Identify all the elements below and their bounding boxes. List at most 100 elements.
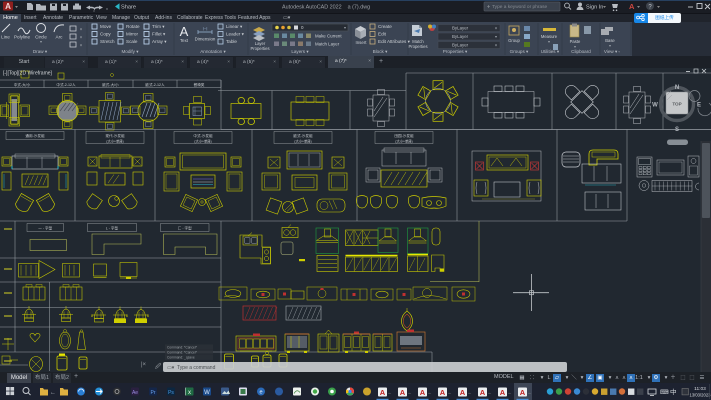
svg-text:W: W (652, 103, 658, 109)
svg-text:Modify ▾: Modify ▾ (121, 49, 139, 54)
svg-text:ByLayer: ByLayer (452, 26, 469, 31)
svg-text:Array ▾: Array ▾ (152, 39, 167, 44)
svg-text:L - 字型: L - 字型 (106, 226, 119, 231)
svg-text:中式-大/小: 中式-大/小 (14, 82, 31, 87)
svg-text:(大小+单座): (大小+单座) (194, 139, 211, 144)
svg-text:11:03: 11:03 (694, 386, 706, 392)
svg-text:Line: Line (1, 35, 10, 40)
svg-text:Group: Group (508, 38, 520, 43)
svg-text:▾: ▾ (495, 26, 497, 31)
svg-text:←: ← (508, 390, 513, 395)
svg-text:(大小+单座): (大小+单座) (294, 139, 311, 144)
svg-text:A: A (629, 2, 635, 11)
svg-text:▾: ▾ (80, 27, 82, 32)
svg-text:E: E (697, 103, 701, 109)
svg-text:←: ← (528, 390, 533, 395)
svg-text:8: 8 (147, 314, 149, 318)
svg-text:Share: Share (121, 5, 136, 11)
svg-text:⌨: ⌨ (660, 389, 669, 396)
svg-text:←: ← (448, 390, 453, 395)
svg-text:田园-沙发组: 田园-沙发组 (394, 133, 414, 138)
svg-text:|--|: |--| (203, 26, 208, 31)
svg-text:←: ← (388, 390, 393, 395)
svg-text:Rotate: Rotate (126, 24, 140, 29)
svg-text:Properties: Properties (250, 46, 269, 51)
svg-text:A: A (380, 388, 386, 397)
svg-text:▾: ▾ (40, 39, 42, 44)
svg-text:Layers ▾: Layers ▾ (291, 49, 309, 54)
svg-text:(大小+单座): (大小+单座) (106, 139, 123, 144)
svg-text:▾: ▾ (344, 25, 346, 30)
svg-text:A: A (520, 388, 526, 397)
svg-text:Utilities ▾: Utilities ▾ (541, 49, 560, 54)
svg-text:Dimension: Dimension (195, 37, 216, 42)
svg-text:通用-沙发组: 通用-沙发组 (25, 133, 45, 138)
svg-text:现代-沙发组: 现代-沙发组 (105, 133, 125, 138)
svg-text:S: S (675, 127, 679, 133)
svg-text:ByLayer: ByLayer (452, 34, 469, 39)
svg-text:Edit Attributes ▾: Edit Attributes ▾ (378, 39, 411, 44)
svg-text:匚 - 字型: 匚 - 字型 (178, 226, 192, 231)
svg-text:中: 中 (670, 387, 677, 396)
svg-text:View ▾ ▫: View ▾ ▫ (604, 49, 621, 54)
svg-text:←: ← (488, 390, 493, 395)
svg-text:Make Current: Make Current (315, 34, 342, 39)
svg-text:A: A (500, 388, 506, 397)
svg-text:A: A (460, 388, 466, 397)
svg-text:Mirror: Mirror (126, 32, 138, 37)
svg-text:▾: ▾ (495, 34, 497, 39)
svg-text:N: N (675, 85, 679, 91)
svg-text:Copy: Copy (100, 32, 111, 37)
svg-text:←: ← (428, 390, 433, 395)
svg-text:8: 8 (91, 314, 93, 318)
svg-text:一 - 字型: 一 - 字型 (38, 226, 52, 231)
svg-text:▾: ▾ (548, 39, 550, 44)
svg-text:Scale: Scale (126, 39, 138, 44)
svg-text:Polyline: Polyline (14, 35, 31, 40)
svg-text:餐椅类: 餐椅类 (194, 82, 205, 87)
svg-text:欧式-沙发组: 欧式-沙发组 (293, 133, 313, 138)
svg-text:Trim ▾: Trim ▾ (152, 24, 165, 29)
svg-text:Insert: Insert (356, 40, 368, 45)
svg-text:Sign In: Sign In (586, 5, 603, 11)
svg-text:Block ▾: Block ▾ (373, 49, 389, 54)
svg-text:Command: *Cancel*: Command: *Cancel* (167, 345, 198, 349)
svg-text:Arc: Arc (56, 35, 64, 40)
svg-text:Pr: Pr (151, 390, 156, 396)
svg-text:欧式-大/小: 欧式-大/小 (102, 82, 119, 87)
svg-text:▾: ▾ (495, 43, 497, 48)
svg-text:Ae: Ae (132, 390, 138, 396)
svg-text:(大小+单座): (大小+单座) (395, 139, 412, 144)
svg-text:Autodesk AutoCAD 2022 a (7): Autodesk AutoCAD 2022 a (7).dwg (282, 5, 370, 11)
svg-text:A: A (180, 24, 189, 39)
svg-text:▾: ▾ (80, 35, 82, 40)
svg-text:Edit: Edit (378, 32, 387, 37)
svg-text:13/03/2023: 13/03/2023 (690, 393, 711, 398)
svg-text:[-][Top][2D Wireframe]: [-][Top][2D Wireframe] (3, 71, 53, 77)
svg-text:ByLayer: ByLayer (452, 43, 469, 48)
svg-text:A: A (400, 388, 406, 397)
svg-text:A: A (5, 2, 11, 11)
svg-text:欧式-2-12人: 欧式-2-12人 (145, 82, 165, 87)
svg-text:中式-2-12人: 中式-2-12人 (56, 82, 76, 87)
svg-text:←: ← (408, 390, 413, 395)
svg-text:Stretch: Stretch (100, 39, 115, 44)
svg-text:Type a keyword or phrase: Type a keyword or phrase (492, 4, 548, 10)
svg-text:Command: *Cancel*: Command: *Cancel* (167, 351, 198, 355)
svg-text:Leader ▾: Leader ▾ (226, 32, 245, 37)
svg-text:Linear ▾: Linear ▾ (226, 24, 243, 29)
svg-text:A: A (480, 388, 486, 397)
svg-text:e: e (259, 390, 262, 396)
svg-text:Groups ▾: Groups ▾ (510, 49, 529, 54)
svg-text:Move: Move (100, 24, 112, 29)
svg-text:Text: Text (180, 38, 189, 43)
svg-text:←: ← (468, 390, 473, 395)
svg-text:A: A (420, 388, 426, 397)
svg-text:Fillet ▾: Fillet ▾ (152, 32, 166, 37)
svg-text:▾: ▾ (609, 43, 611, 48)
svg-text:←: ← (50, 390, 56, 396)
svg-text:▾: ▾ (80, 43, 82, 48)
svg-text:TOP: TOP (672, 102, 681, 107)
svg-text:Create: Create (378, 24, 392, 29)
svg-text:Properties ▾: Properties ▾ (443, 49, 468, 54)
